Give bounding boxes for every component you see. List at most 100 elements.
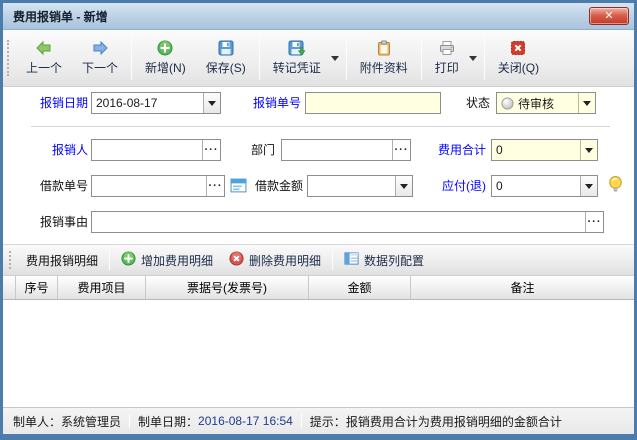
close-label: 关闭(Q) (498, 59, 539, 76)
payable-dropdown-button[interactable] (580, 176, 597, 196)
tip-text: 报销费用合计为费用报销明细的金额合计 (346, 413, 562, 430)
detail-toolbar-grip (9, 251, 14, 269)
toolbar-separator (131, 36, 132, 80)
attachments-button[interactable]: 附件资料 (350, 32, 418, 84)
column-config-button[interactable]: 数据列配置 (336, 247, 432, 273)
floppy-arrow-icon (288, 40, 306, 56)
print-dropdown[interactable] (469, 32, 481, 84)
creator-label: 制单人： (13, 413, 61, 430)
next-label: 下一个 (82, 59, 118, 76)
statusbar-separator (129, 414, 130, 428)
column-config-icon (344, 251, 359, 269)
total-combo[interactable]: 0 (491, 139, 598, 161)
delete-detail-label: 删除费用明细 (249, 252, 321, 269)
save-label: 保存(S) (206, 59, 246, 76)
printer-icon (439, 40, 455, 56)
floppy-icon (218, 40, 234, 56)
add-detail-label: 增加费用明细 (141, 252, 213, 269)
reason-input[interactable]: ··· (91, 211, 604, 233)
close-red-icon (510, 40, 526, 56)
delete-detail-button[interactable]: 删除费用明细 (221, 247, 329, 273)
chevron-down-icon (585, 184, 593, 193)
col-header-expense-item[interactable]: 费用项目 (58, 276, 146, 299)
chevron-down-icon (400, 184, 408, 193)
status-dropdown-button[interactable] (578, 93, 595, 113)
toolbar-grip (7, 40, 12, 76)
date-dropdown-button[interactable] (203, 93, 220, 113)
toolbar-separator (484, 36, 485, 80)
row-selector-header[interactable] (3, 276, 16, 299)
total-dropdown-button[interactable] (580, 140, 597, 160)
arrow-right-icon (91, 40, 109, 56)
col-header-index[interactable]: 序号 (16, 276, 58, 299)
toolbar-separator (346, 36, 347, 80)
previous-label: 上一个 (26, 59, 62, 76)
title-bar: 费用报销单 - 新增 ✕ (3, 3, 634, 30)
plus-circle-icon (157, 40, 173, 56)
person-input[interactable]: ··· (91, 139, 221, 161)
x-circle-icon (229, 251, 244, 269)
column-config-label: 数据列配置 (364, 252, 424, 269)
loan-no-input[interactable]: ··· (91, 175, 225, 197)
previous-button[interactable]: 上一个 (16, 32, 72, 84)
arrow-left-icon (35, 40, 53, 56)
form-area: 报销日期 2016-08-17 报销单号 状态 待审核 报销人 ··· 部门 ·… (3, 87, 634, 244)
transfer-voucher-dropdown[interactable] (331, 32, 343, 84)
save-button[interactable]: 保存(S) (196, 32, 256, 84)
dept-input[interactable]: ··· (281, 139, 411, 161)
form-separator (31, 126, 610, 127)
dept-label: 部门 (233, 139, 275, 161)
close-button[interactable]: 关闭(Q) (488, 32, 549, 84)
detail-toolbar: 费用报销明细 增加费用明细 删除费用明细 数据列配置 (3, 244, 634, 276)
toolbar-separator (259, 36, 260, 80)
expense-form-window: 费用报销单 - 新增 ✕ 上一个 下一个 新增(N) (0, 0, 637, 440)
new-button[interactable]: 新增(N) (135, 32, 196, 84)
doc-no-input[interactable] (305, 92, 441, 114)
lightbulb-icon[interactable] (607, 175, 624, 192)
chevron-down-icon (469, 56, 477, 65)
chevron-down-icon (583, 101, 591, 110)
reason-lookup-button[interactable]: ··· (585, 212, 603, 232)
total-label: 费用合计 (418, 139, 486, 161)
toolbar-separator (421, 36, 422, 80)
grid-body[interactable] (3, 300, 634, 407)
date-label: 报销日期 (17, 92, 88, 114)
total-value: 0 (492, 143, 580, 157)
window-title: 费用报销单 - 新增 (13, 8, 108, 25)
col-header-receipt-no[interactable]: 票据号(发票号) (146, 276, 309, 299)
dept-lookup-button[interactable]: ··· (392, 140, 410, 160)
status-sphere-icon (501, 97, 514, 110)
statusbar-separator (301, 414, 302, 428)
attachments-label: 附件资料 (360, 59, 408, 76)
chevron-down-icon (585, 148, 593, 157)
chevron-down-icon (331, 56, 339, 65)
payable-value: 0 (492, 179, 580, 193)
col-header-amount[interactable]: 金额 (309, 276, 411, 299)
transfer-voucher-label: 转记凭证 (273, 59, 321, 76)
status-bar: 制单人：系统管理员 制单日期：2016-08-17 16:54 提示：报销费用合… (3, 407, 634, 434)
print-button[interactable]: 打印 (425, 32, 469, 84)
window-close-button[interactable]: ✕ (589, 7, 629, 25)
add-detail-button[interactable]: 增加费用明细 (113, 247, 221, 273)
col-header-remarks[interactable]: 备注 (411, 276, 634, 299)
status-combo[interactable]: 待审核 (496, 92, 596, 114)
loan-amount-dropdown-button[interactable] (395, 176, 412, 196)
loan-form-view-icon[interactable] (230, 177, 247, 194)
loan-no-label: 借款单号 (17, 175, 88, 197)
next-button[interactable]: 下一个 (72, 32, 128, 84)
loan-amount-combo[interactable] (307, 175, 413, 197)
date-value: 2016-08-17 (92, 96, 203, 110)
doc-no-label: 报销单号 (229, 92, 301, 114)
date-combo[interactable]: 2016-08-17 (91, 92, 221, 114)
transfer-voucher-button[interactable]: 转记凭证 (263, 32, 331, 84)
loan-no-lookup-button[interactable]: ··· (206, 176, 224, 196)
made-date-value: 2016-08-17 16:54 (198, 414, 293, 428)
person-lookup-button[interactable]: ··· (202, 140, 220, 160)
person-label: 报销人 (17, 139, 88, 161)
detail-title: 费用报销明细 (18, 252, 106, 269)
plus-circle-icon (121, 251, 136, 269)
payable-combo[interactable]: 0 (491, 175, 598, 197)
creator-value: 系统管理员 (61, 413, 121, 430)
main-toolbar: 上一个 下一个 新增(N) 保存(S) 转记凭证 (3, 30, 634, 87)
detail-separator (332, 250, 333, 270)
